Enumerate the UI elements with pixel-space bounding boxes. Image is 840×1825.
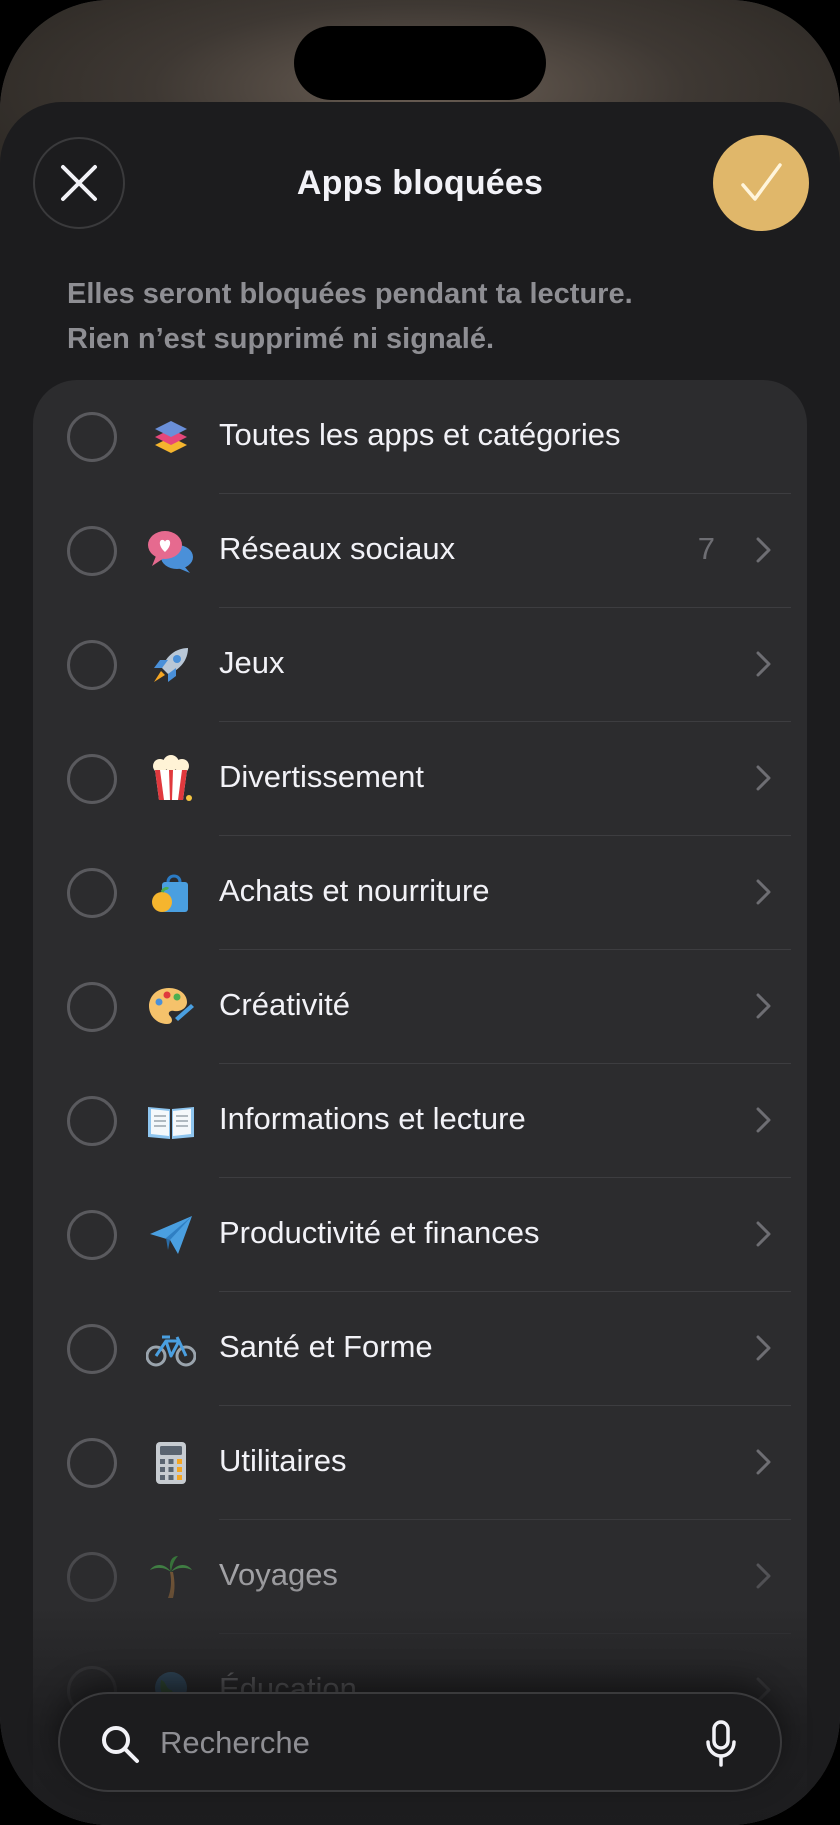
chevron-right-icon [756, 879, 771, 905]
list-item-label: Toutes les apps et catégories [219, 417, 621, 452]
select-radio[interactable] [67, 526, 117, 576]
subtitle-line-1: Elles seront bloquées pendant ta lecture… [67, 278, 633, 310]
select-radio[interactable] [67, 1438, 117, 1488]
list-item-games[interactable]: Jeux [33, 608, 807, 722]
chevron-right-icon [756, 1221, 771, 1247]
list-item-label: Voyages [219, 1557, 338, 1592]
checkmark-icon [741, 163, 782, 201]
chevron-right-icon [756, 1107, 771, 1133]
blocked-apps-sheet: Apps bloquées Elles seront bloquées pend… [0, 102, 840, 1825]
selected-count: 7 [697, 531, 715, 566]
select-radio[interactable] [67, 640, 117, 690]
search-input[interactable] [160, 1718, 640, 1768]
chevron-right-icon [756, 537, 771, 563]
select-radio[interactable] [67, 1210, 117, 1260]
list-item-shopping-food[interactable]: Achats et nourriture [33, 836, 807, 950]
open-book-icon [141, 1091, 201, 1151]
palette-icon [141, 977, 201, 1037]
category-list: Toutes les apps et catégories Réseaux so… [33, 380, 807, 1825]
list-item-productivity-finance[interactable]: Productivité et finances [33, 1178, 807, 1292]
dynamic-island [294, 26, 546, 100]
list-item-label: Achats et nourriture [219, 873, 490, 908]
list-item-entertainment[interactable]: Divertissement [33, 722, 807, 836]
list-item-all-apps[interactable]: Toutes les apps et catégories [33, 380, 807, 494]
list-item-label: Divertissement [219, 759, 424, 794]
select-radio[interactable] [67, 982, 117, 1032]
chevron-right-icon [756, 1449, 771, 1475]
select-radio[interactable] [67, 412, 117, 462]
rocket-icon [141, 635, 201, 695]
popcorn-icon [141, 749, 201, 809]
list-item-news-reading[interactable]: Informations et lecture [33, 1064, 807, 1178]
list-item-utilities[interactable]: Utilitaires [33, 1406, 807, 1520]
chevron-right-icon [756, 1335, 771, 1361]
select-radio[interactable] [67, 1096, 117, 1146]
chevron-right-icon [756, 993, 771, 1019]
subtitle: Elles seront bloquées pendant ta lecture… [67, 272, 787, 362]
calculator-icon [141, 1433, 201, 1493]
select-radio[interactable] [67, 754, 117, 804]
list-item-creativity[interactable]: Créativité [33, 950, 807, 1064]
list-item-label: Créativité [219, 987, 350, 1022]
select-radio[interactable] [67, 1324, 117, 1374]
confirm-button[interactable] [713, 135, 809, 231]
list-item-social[interactable]: Réseaux sociaux 7 [33, 494, 807, 608]
select-radio[interactable] [67, 1552, 117, 1602]
palm-tree-icon [141, 1547, 201, 1607]
chat-bubbles-heart-icon [141, 521, 201, 581]
list-item-travel[interactable]: Voyages [33, 1520, 807, 1634]
shopping-bag-icon [141, 863, 201, 923]
list-item-label: Réseaux sociaux [219, 531, 456, 566]
microphone-icon[interactable] [704, 1720, 738, 1768]
phone-frame: Apps bloquées Elles seront bloquées pend… [0, 0, 840, 1825]
chevron-right-icon [756, 1563, 771, 1589]
list-item-label: Jeux [219, 645, 285, 680]
chevron-right-icon [756, 651, 771, 677]
paper-plane-icon [141, 1205, 201, 1265]
search-bar[interactable] [58, 1692, 782, 1792]
chevron-right-icon [756, 765, 771, 791]
list-item-health-fitness[interactable]: Santé et Forme [33, 1292, 807, 1406]
select-radio[interactable] [67, 868, 117, 918]
list-item-label: Utilitaires [219, 1443, 347, 1478]
list-item-label: Productivité et finances [219, 1215, 540, 1250]
search-icon [102, 1726, 139, 1763]
bicycle-icon [141, 1319, 201, 1379]
list-item-label: Informations et lecture [219, 1101, 526, 1136]
subtitle-line-2: Rien n’est supprimé ni signalé. [67, 323, 495, 355]
list-item-label: Santé et Forme [219, 1329, 433, 1364]
stack-layers-icon [141, 407, 201, 467]
